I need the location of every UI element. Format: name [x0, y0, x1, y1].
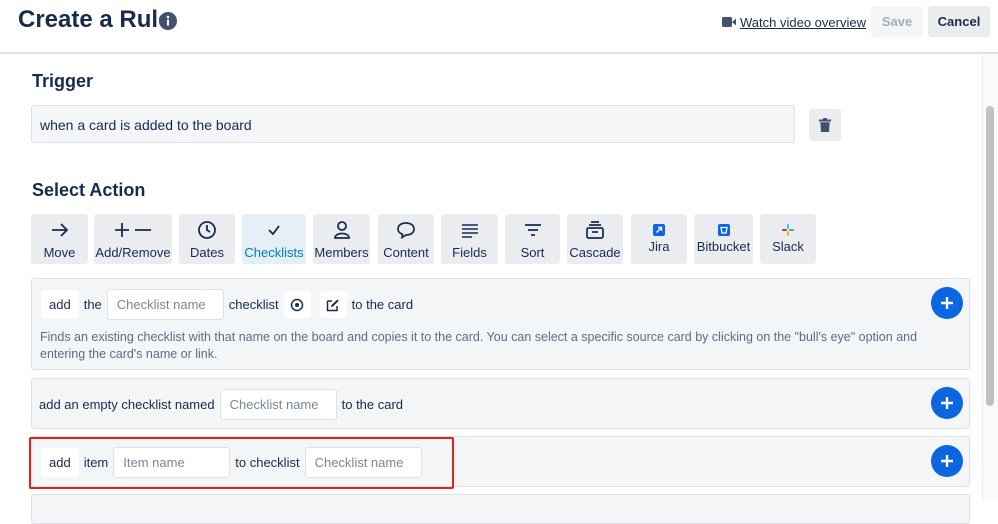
- verb-add-chip[interactable]: add: [41, 290, 79, 319]
- tab-label: Members: [314, 245, 369, 260]
- target-icon: [290, 298, 304, 311]
- edit-icon: [326, 299, 339, 311]
- delete-trigger-button[interactable]: [809, 109, 841, 141]
- item-name-input[interactable]: [113, 447, 231, 478]
- lines-icon: [461, 220, 479, 240]
- tab-label: Sort: [520, 245, 545, 260]
- tab-label: Fields: [452, 245, 487, 260]
- check-icon: [266, 220, 282, 240]
- select-action-heading: Select Action: [32, 180, 146, 200]
- tab-label: Move: [43, 245, 76, 260]
- tab-checklists[interactable]: Checklists: [242, 214, 306, 264]
- slack-logo-icon: [782, 224, 794, 236]
- static-text-to-the-card: to the card: [351, 297, 414, 312]
- static-text-add-empty-checklist: add an empty checklist named: [39, 397, 215, 412]
- cancel-button[interactable]: Cancel: [928, 6, 990, 37]
- sort-icon: [524, 220, 542, 240]
- tab-bitbucket[interactable]: Bitbucket: [694, 214, 753, 264]
- arrow-right-icon: [50, 220, 70, 240]
- static-text-the: the: [83, 297, 102, 312]
- info-icon[interactable]: [159, 12, 177, 30]
- watch-video-label: Watch video overview: [740, 14, 866, 30]
- trigger-heading: Trigger: [32, 71, 94, 91]
- action-card-copy-checklist: add the checklist to the card Finds an e…: [31, 278, 970, 370]
- clock-icon: [197, 220, 217, 240]
- empty-checklist-name-input[interactable]: [219, 389, 337, 420]
- trigger-field[interactable]: when a card is added to the board: [31, 105, 795, 143]
- plus-minus-icon: [113, 220, 153, 240]
- scrollbar-thumb[interactable]: [986, 106, 994, 406]
- tab-label: Slack: [772, 239, 804, 254]
- action-card-empty-checklist: add an empty checklist named to the card: [31, 378, 970, 429]
- tab-dates[interactable]: Dates: [179, 214, 235, 264]
- tab-slack[interactable]: Slack: [760, 214, 816, 264]
- action-row: add the checklist to the card: [41, 289, 418, 320]
- bitbucket-logo-icon: [717, 224, 730, 236]
- add-action-button[interactable]: [931, 387, 963, 419]
- tab-label: Bitbucket: [696, 239, 751, 254]
- verb-add-chip[interactable]: add: [41, 448, 79, 477]
- tab-label: Cascade: [569, 245, 621, 260]
- tab-jira[interactable]: Jira: [631, 214, 687, 264]
- tab-label: Checklists: [244, 245, 304, 260]
- video-camera-icon: [722, 17, 736, 27]
- tab-label: Jira: [648, 239, 670, 254]
- plus-icon: [941, 397, 953, 409]
- tab-move[interactable]: Move: [31, 214, 88, 264]
- trash-icon: [819, 118, 831, 132]
- jira-logo-icon: [653, 224, 665, 236]
- add-action-button[interactable]: [931, 287, 963, 319]
- tab-content[interactable]: Content: [378, 214, 434, 264]
- tab-cascade[interactable]: Cascade: [567, 214, 623, 264]
- tab-label: Add/Remove: [95, 245, 171, 260]
- plus-icon: [941, 297, 953, 309]
- tab-fields[interactable]: Fields: [441, 214, 498, 264]
- person-icon: [333, 220, 351, 240]
- action-card-next: [31, 494, 970, 524]
- action-row: add item to checklist: [41, 447, 422, 478]
- tab-label: Dates: [190, 245, 224, 260]
- edit-source-button[interactable]: [319, 291, 347, 318]
- speech-bubble-icon: [396, 220, 416, 240]
- page-title: Create a Rule: [18, 6, 172, 33]
- header: Create a Rule Watch video overview Save …: [0, 0, 998, 54]
- plus-icon: [941, 455, 953, 467]
- target-checklist-name-input[interactable]: [304, 447, 422, 478]
- tab-label: Content: [383, 245, 429, 260]
- static-text-to-checklist: to checklist: [235, 455, 300, 470]
- stack-icon: [585, 220, 605, 240]
- static-text-item: item: [83, 455, 109, 470]
- tab-sort[interactable]: Sort: [505, 214, 560, 264]
- tab-members[interactable]: Members: [313, 214, 370, 264]
- add-action-button[interactable]: [931, 445, 963, 477]
- action-description: Finds an existing checklist with that na…: [40, 330, 918, 361]
- watch-video-link[interactable]: Watch video overview: [722, 14, 866, 30]
- tab-add-remove[interactable]: Add/Remove: [94, 214, 172, 264]
- action-row: add an empty checklist named to the card: [39, 389, 408, 420]
- static-text-checklist: checklist: [228, 297, 279, 312]
- action-card-add-item: add item to checklist: [31, 436, 970, 487]
- bulls-eye-button[interactable]: [283, 291, 311, 318]
- save-button[interactable]: Save: [871, 6, 923, 37]
- checklist-name-input[interactable]: [106, 289, 224, 320]
- static-text-to-the-card: to the card: [341, 397, 404, 412]
